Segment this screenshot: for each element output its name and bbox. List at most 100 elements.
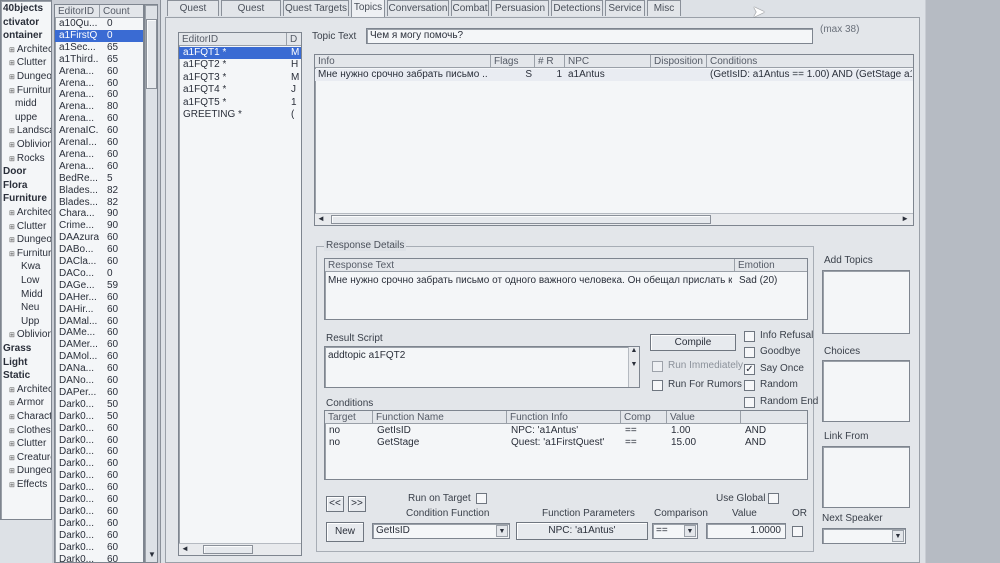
info-col-header[interactable]: # R	[535, 55, 565, 68]
expand-icon[interactable]: ⊞	[9, 156, 15, 163]
list-item[interactable]: DAHir... 60	[55, 304, 143, 316]
tree-item[interactable]: Kwa	[1, 261, 51, 273]
tree-item[interactable]: ⊞ Dungeo	[1, 71, 51, 83]
list-item[interactable]: DAGe... 59	[55, 280, 143, 292]
tab-quest-data[interactable]: Quest Data	[167, 0, 219, 29]
list-item[interactable]: Dark0... 50	[55, 411, 143, 423]
tree-item[interactable]: ontainer	[1, 30, 51, 42]
list-item[interactable]: DANo... 60	[55, 375, 143, 387]
expand-icon[interactable]: ⊞	[9, 482, 15, 489]
add-topics-list[interactable]	[822, 270, 910, 334]
expand-icon[interactable]: ⊞	[9, 237, 15, 244]
tree-item[interactable]: Furniture	[1, 193, 51, 205]
expand-icon[interactable]: ⊞	[9, 224, 15, 231]
list-item[interactable]: DAPer... 60	[55, 387, 143, 399]
expand-icon[interactable]: ⊞	[9, 428, 15, 435]
list-item[interactable]: Dark0... 60	[55, 506, 143, 518]
chevron-down-icon[interactable]: ▼	[496, 525, 508, 537]
info-row[interactable]: Мне нужно срочно забрать письмо ... S 1 a1A…	[315, 69, 913, 81]
list-item[interactable]: DABo... 60	[55, 244, 143, 256]
list-item[interactable]: Dark0... 50	[55, 399, 143, 411]
expand-icon[interactable]: ⊞	[9, 74, 15, 81]
goodbye-checkbox[interactable]	[744, 347, 755, 358]
col-count-header[interactable]: Count	[100, 5, 143, 18]
tree-item[interactable]: Flora	[1, 180, 51, 192]
list-item[interactable]: Dark0... 60	[55, 530, 143, 542]
list-item[interactable]: Dark0... 60	[55, 554, 143, 563]
list-item[interactable]: DAAzura... 60	[55, 232, 143, 244]
tree-item[interactable]: Low	[1, 275, 51, 287]
result-script-vscroll[interactable]: ▲ ▼	[628, 347, 639, 387]
tab-service[interactable]: Service	[605, 0, 645, 16]
tab-combat[interactable]: Combat	[451, 0, 489, 16]
list-item[interactable]: Arena... 60	[55, 66, 143, 78]
info-hscroll-thumb[interactable]	[331, 215, 711, 224]
condition-col-header[interactable]: Function Name	[373, 411, 507, 424]
object-list-scrollbar[interactable]: ▼	[144, 4, 158, 563]
tree-item[interactable]: Door	[1, 166, 51, 178]
run-for-rumors-checkbox[interactable]	[652, 380, 663, 391]
list-item[interactable]: DAMer... 60	[55, 339, 143, 351]
list-item[interactable]: Chara... 90	[55, 208, 143, 220]
next-speaker-select[interactable]: ▼	[822, 528, 906, 544]
info-table[interactable]: Info Flags # R NPC Disposition Conditions Мне…	[314, 54, 914, 226]
tree-item[interactable]: ctivator	[1, 17, 51, 29]
list-item[interactable]: a1Third... 65	[55, 54, 143, 66]
info-col-header[interactable]: Info	[315, 55, 491, 68]
info-col-header[interactable]: Flags	[491, 55, 535, 68]
list-item[interactable]: DACo... 0	[55, 268, 143, 280]
scroll-left-arrow-icon[interactable]: ◄	[317, 214, 325, 223]
response-text-table[interactable]: Response Text Emotion Мне нужно срочно з…	[324, 258, 808, 320]
function-parameters-button[interactable]: NPC: 'a1Antus'	[516, 522, 648, 540]
expand-icon[interactable]: ⊞	[9, 332, 15, 339]
tree-item[interactable]: ⊞ Clothes	[1, 425, 51, 437]
expand-icon[interactable]: ⊞	[9, 142, 15, 149]
tree-item[interactable]: ⊞ Effects	[1, 479, 51, 491]
next-condition-button[interactable]: >>	[348, 496, 366, 512]
list-item[interactable]: Blades... 82	[55, 185, 143, 197]
object-tree[interactable]: 40bjects ctivator ontainer ⊞ Architec ⊞ Clutte…	[0, 0, 52, 520]
list-item[interactable]: DAMal... 60	[55, 316, 143, 328]
tab-quest-stages[interactable]: Quest Stages	[221, 0, 281, 29]
topic-item[interactable]: GREETING * (	[179, 109, 301, 121]
result-script-input[interactable]: addtopic a1FQT2 ▲ ▼	[324, 346, 640, 388]
topic-item[interactable]: a1FQT4 * J	[179, 84, 301, 96]
emotion-header[interactable]: Emotion	[735, 259, 807, 272]
topic-hscroll-thumb[interactable]	[203, 545, 253, 554]
chevron-down-icon[interactable]: ▼	[684, 525, 696, 537]
expand-icon[interactable]: ⊞	[9, 414, 15, 421]
chevron-down-icon[interactable]: ▼	[892, 530, 904, 542]
tree-item[interactable]: Upp	[1, 316, 51, 328]
tree-item[interactable]: ⊞ Oblivion	[1, 329, 51, 341]
tree-item[interactable]: ⊞ Landsca	[1, 125, 51, 137]
topic-hscrollbar[interactable]: ◄	[179, 543, 301, 555]
list-item[interactable]: Arena... 60	[55, 89, 143, 101]
list-item[interactable]: Dark0... 60	[55, 423, 143, 435]
topic-col-editor-header[interactable]: EditorID	[179, 33, 287, 46]
run-on-target-checkbox[interactable]	[476, 493, 487, 504]
conditions-table[interactable]: Target Function Name Function Info Comp Valu…	[324, 410, 808, 480]
expand-icon[interactable]: ⊞	[9, 60, 15, 67]
list-item[interactable]: Arena... 60	[55, 161, 143, 173]
info-hscrollbar[interactable]: ◄ ►	[315, 213, 913, 225]
expand-icon[interactable]: ⊞	[9, 441, 15, 448]
tab-detections[interactable]: Detections	[551, 0, 603, 16]
choices-list[interactable]	[822, 360, 910, 422]
tree-item[interactable]: ⊞ Architec	[1, 384, 51, 396]
tab-topics[interactable]: Topics	[351, 0, 385, 17]
run-immediately-checkbox[interactable]	[652, 361, 663, 372]
tree-item[interactable]: ⊞ Clutter	[1, 221, 51, 233]
expand-icon[interactable]: ⊞	[9, 251, 15, 258]
expand-icon[interactable]: ⊞	[9, 128, 15, 135]
list-item[interactable]: Dark0... 60	[55, 435, 143, 447]
expand-icon[interactable]: ⊞	[9, 47, 15, 54]
object-list[interactable]: EditorID Count a10Qu... 0 a1FirstQ 0 a1Sec..…	[54, 4, 144, 563]
or-checkbox[interactable]	[792, 526, 803, 537]
tree-item[interactable]: ⊞ Clutter	[1, 57, 51, 69]
expand-icon[interactable]: ⊞	[9, 455, 15, 462]
scroll-thumb[interactable]	[146, 19, 157, 89]
tab-persuasion[interactable]: Persuasion	[491, 0, 549, 16]
random-checkbox[interactable]	[744, 380, 755, 391]
info-col-header[interactable]: NPC	[565, 55, 651, 68]
scroll-left-arrow-icon[interactable]: ◄	[181, 544, 189, 553]
